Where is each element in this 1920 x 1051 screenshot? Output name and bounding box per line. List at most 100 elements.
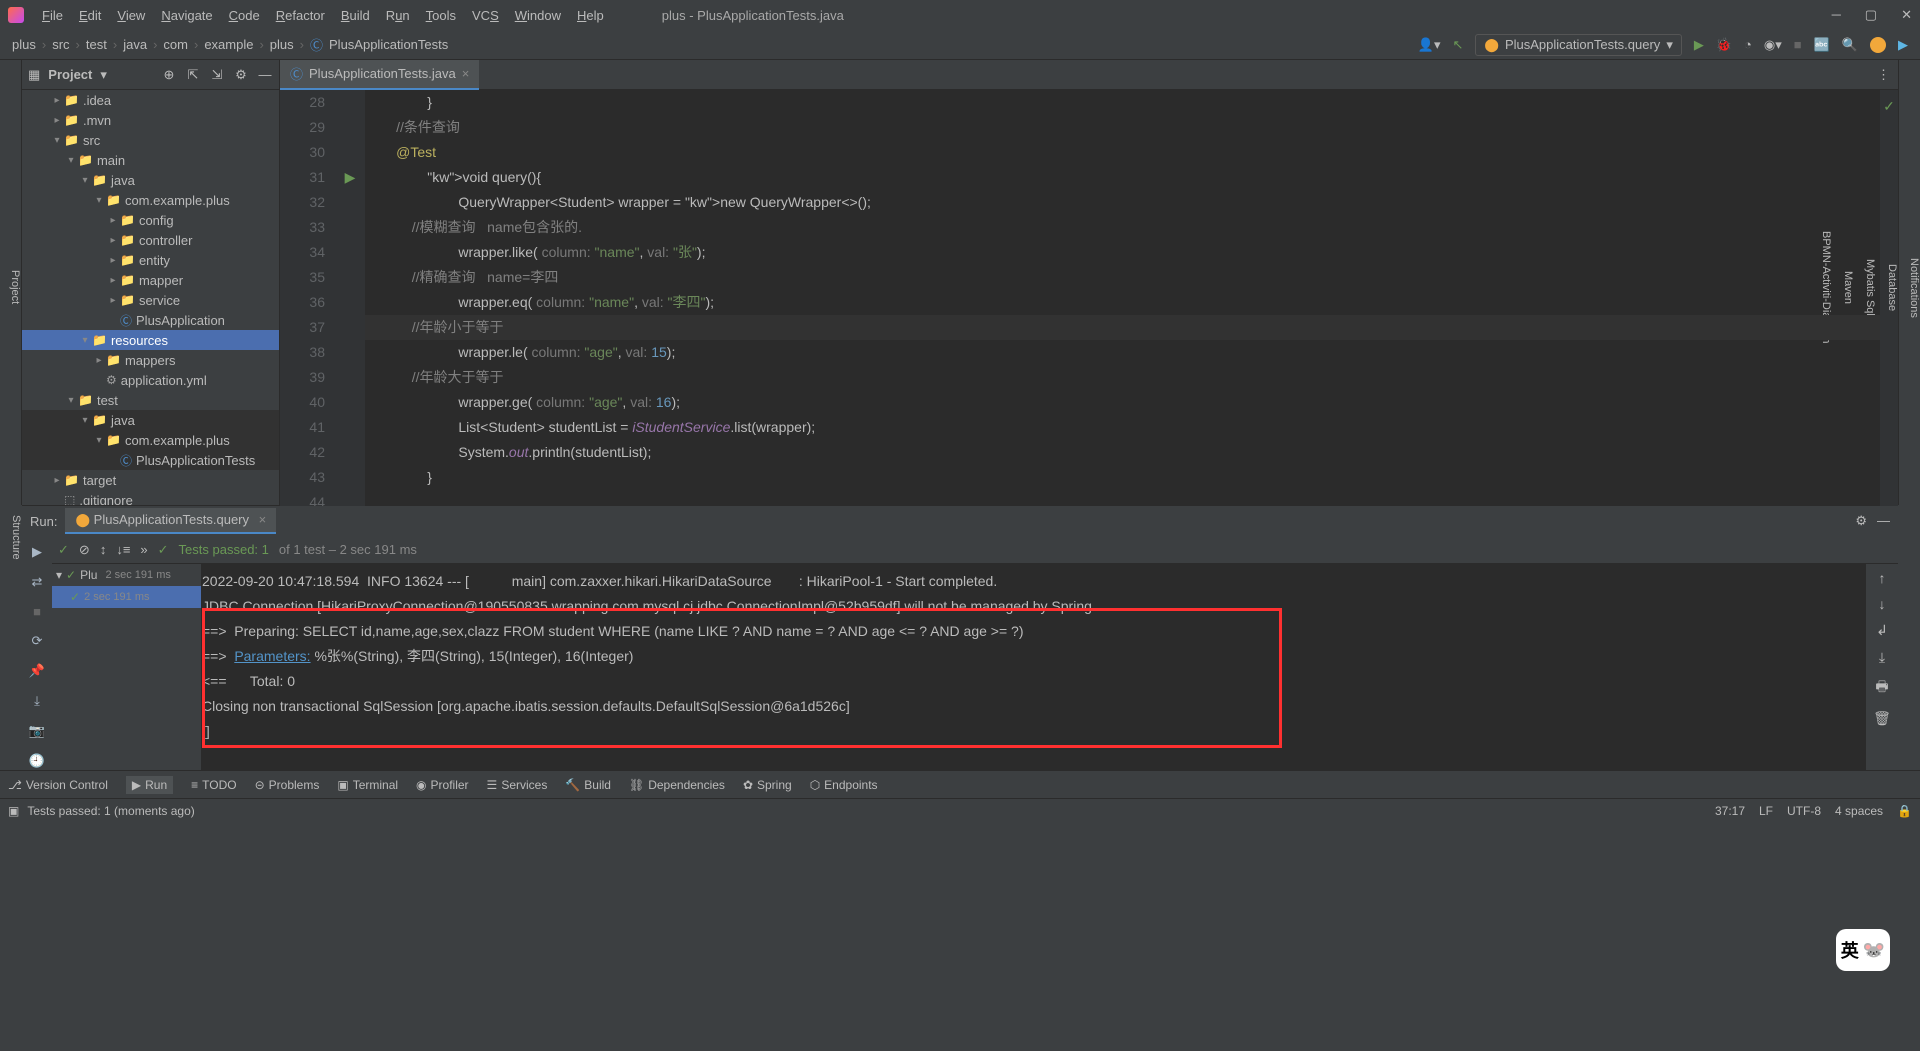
tree-item[interactable]: ▾📁java xyxy=(22,410,279,430)
crumb[interactable]: PlusApplicationTests xyxy=(329,37,448,52)
tree-item[interactable]: ⒸPlusApplicationTests xyxy=(22,450,279,470)
tree-item[interactable]: ▸📁config xyxy=(22,210,279,230)
tree-item[interactable]: ▸📁mappers xyxy=(22,350,279,370)
select-opened-icon[interactable]: ⊕ xyxy=(161,67,177,83)
user-icon[interactable]: 👤▾ xyxy=(1418,37,1441,53)
crumb[interactable]: com xyxy=(163,37,188,52)
tree-item[interactable]: ▸📁mapper xyxy=(22,270,279,290)
crumb[interactable]: plus xyxy=(270,37,294,52)
menu-refactor[interactable]: Refactor xyxy=(268,8,333,23)
bottom-todo[interactable]: ≡ TODO xyxy=(191,778,236,792)
menu-help[interactable]: Help xyxy=(569,8,612,23)
parameters-link[interactable]: Parameters: xyxy=(234,648,310,664)
sort-icon[interactable]: ↕ xyxy=(100,542,107,557)
code[interactable]: } //条件查询 @Test "kw">void query(){ QueryW… xyxy=(365,90,1880,515)
bottom-build[interactable]: 🔨 Build xyxy=(565,778,611,792)
database-button[interactable]: Database xyxy=(1886,70,1898,505)
back-icon[interactable]: ↖ xyxy=(1452,37,1463,53)
project-tree[interactable]: ▸📁.idea▸📁.mvn▾📁src▾📁main▾📁java▾📁com.exam… xyxy=(22,90,279,505)
maximize-icon[interactable]: ▢ xyxy=(1865,7,1877,23)
chevron-down-icon[interactable]: ▾ xyxy=(100,67,107,83)
hide-icon[interactable]: — xyxy=(1877,513,1890,529)
print-icon[interactable]: 🖶 xyxy=(1875,676,1888,700)
tree-item[interactable]: ▸📁entity xyxy=(22,250,279,270)
soft-wrap-icon[interactable]: ↲ xyxy=(1876,622,1888,639)
project-tool-button[interactable]: Project xyxy=(9,70,21,505)
test-leaf[interactable]: ✓ 2 sec 191 ms xyxy=(52,586,201,608)
menu-view[interactable]: View xyxy=(109,8,153,23)
close-run-tab-icon[interactable]: × xyxy=(259,512,267,527)
coverage-icon[interactable]: ◔ xyxy=(1744,37,1752,52)
scroll-up-icon[interactable]: ↑ xyxy=(1879,570,1886,586)
tree-item[interactable]: ⬚.gitignore xyxy=(22,490,279,505)
code-area[interactable]: 2829303132333435363738394041424344 ▶ } /… xyxy=(280,90,1898,515)
toggle-test-icon[interactable]: ⇄ xyxy=(32,574,43,590)
tree-item[interactable]: ⚙application.yml xyxy=(22,370,279,390)
test-root[interactable]: ▾✓ Plu 2 sec 191 ms xyxy=(52,564,201,586)
tree-item[interactable]: ▾📁resources xyxy=(22,330,279,350)
bottom-spring[interactable]: ✿ Spring xyxy=(743,778,792,792)
bottom-endpoints[interactable]: ⬡ Endpoints xyxy=(810,778,878,792)
bottom-run[interactable]: ▶ Run xyxy=(126,776,173,794)
bottom-services[interactable]: ☰ Services xyxy=(487,778,548,792)
scroll-end-icon[interactable]: ⤓ xyxy=(1879,649,1885,666)
run-tab[interactable]: ⬤ PlusApplicationTests.query × xyxy=(65,508,276,534)
lock-icon[interactable]: 🔒 xyxy=(1897,804,1912,818)
menu-tools[interactable]: Tools xyxy=(418,8,464,23)
export-icon[interactable]: ⤓ xyxy=(34,693,40,709)
crumb[interactable]: plus xyxy=(12,37,36,52)
pin-icon[interactable]: 📌 xyxy=(29,663,45,679)
status-icon[interactable]: ▣ xyxy=(8,804,19,818)
translate-icon[interactable]: 🔤 xyxy=(1814,37,1830,53)
ime-badge[interactable]: 英 🐭 xyxy=(1836,929,1890,971)
structure-button[interactable]: Structure xyxy=(10,515,22,755)
profile-icon[interactable]: ◉▾ xyxy=(1764,37,1782,53)
expand-all-icon[interactable]: ⇱ xyxy=(185,67,201,83)
bottom-vcs[interactable]: ⎇ Version Control xyxy=(8,778,108,792)
debug-icon[interactable]: 🐞 xyxy=(1716,37,1732,53)
cursor-pos[interactable]: 37:17 xyxy=(1715,804,1745,818)
crumb[interactable]: example xyxy=(204,37,253,52)
tree-item[interactable]: ⒸPlusApplication xyxy=(22,310,279,330)
bottom-terminal[interactable]: ▣ Terminal xyxy=(337,778,398,792)
scroll-down-icon[interactable]: ↓ xyxy=(1879,596,1886,612)
tree-item[interactable]: ▸📁controller xyxy=(22,230,279,250)
menu-vcs[interactable]: VCS xyxy=(464,8,507,23)
crumb[interactable]: test xyxy=(86,37,107,52)
gear-icon[interactable]: ⚙ xyxy=(1855,513,1867,529)
history-icon[interactable]: 🕘 xyxy=(29,753,45,769)
encoding[interactable]: UTF-8 xyxy=(1787,804,1821,818)
project-view-icon[interactable]: ▦ xyxy=(28,67,40,83)
menu-file[interactable]: File xyxy=(34,8,71,23)
crumb[interactable]: src xyxy=(52,37,69,52)
tree-item[interactable]: ▸📁target xyxy=(22,470,279,490)
search-icon[interactable]: 🔍 xyxy=(1842,37,1858,53)
close-tab-icon[interactable]: × xyxy=(462,66,470,81)
bottom-problems[interactable]: ⊝ Problems xyxy=(255,778,320,792)
tree-item[interactable]: ▸📁.mvn xyxy=(22,110,279,130)
menu-window[interactable]: Window xyxy=(507,8,569,23)
run-config-dropdown[interactable]: ⬤ PlusApplicationTests.query ▾ xyxy=(1475,34,1681,56)
indent[interactable]: 4 spaces xyxy=(1835,804,1883,818)
tree-item[interactable]: ▸📁.idea xyxy=(22,90,279,110)
run-test-tree[interactable]: ▾✓ Plu 2 sec 191 ms ✓ 2 sec 191 ms xyxy=(52,564,202,770)
restart-icon[interactable]: ⟳ xyxy=(32,633,43,649)
close-icon[interactable]: ✕ xyxy=(1901,7,1912,23)
jrebel-icon[interactable]: ▶ xyxy=(1898,37,1908,53)
minimize-icon[interactable]: ─ xyxy=(1832,7,1841,23)
clear-icon[interactable]: 🗑 xyxy=(1873,710,1891,727)
expand-icon[interactable]: » xyxy=(140,542,147,557)
check-icon[interactable]: ✓ xyxy=(58,542,69,558)
gear-icon[interactable]: ⚙ xyxy=(233,67,249,83)
menu-navigate[interactable]: Navigate xyxy=(153,8,220,23)
ignore-icon[interactable]: ⊘ xyxy=(79,542,90,558)
menu-code[interactable]: Code xyxy=(221,8,268,23)
tree-item[interactable]: ▾📁test xyxy=(22,390,279,410)
stop-icon[interactable]: ■ xyxy=(33,604,41,619)
tree-item[interactable]: ▾📁com.example.plus xyxy=(22,190,279,210)
menu-edit[interactable]: Edit xyxy=(71,8,109,23)
tree-item[interactable]: ▸📁service xyxy=(22,290,279,310)
photo-icon[interactable]: 📷 xyxy=(29,723,45,739)
sort2-icon[interactable]: ↓≡ xyxy=(116,542,130,557)
crumb[interactable]: java xyxy=(123,37,147,52)
